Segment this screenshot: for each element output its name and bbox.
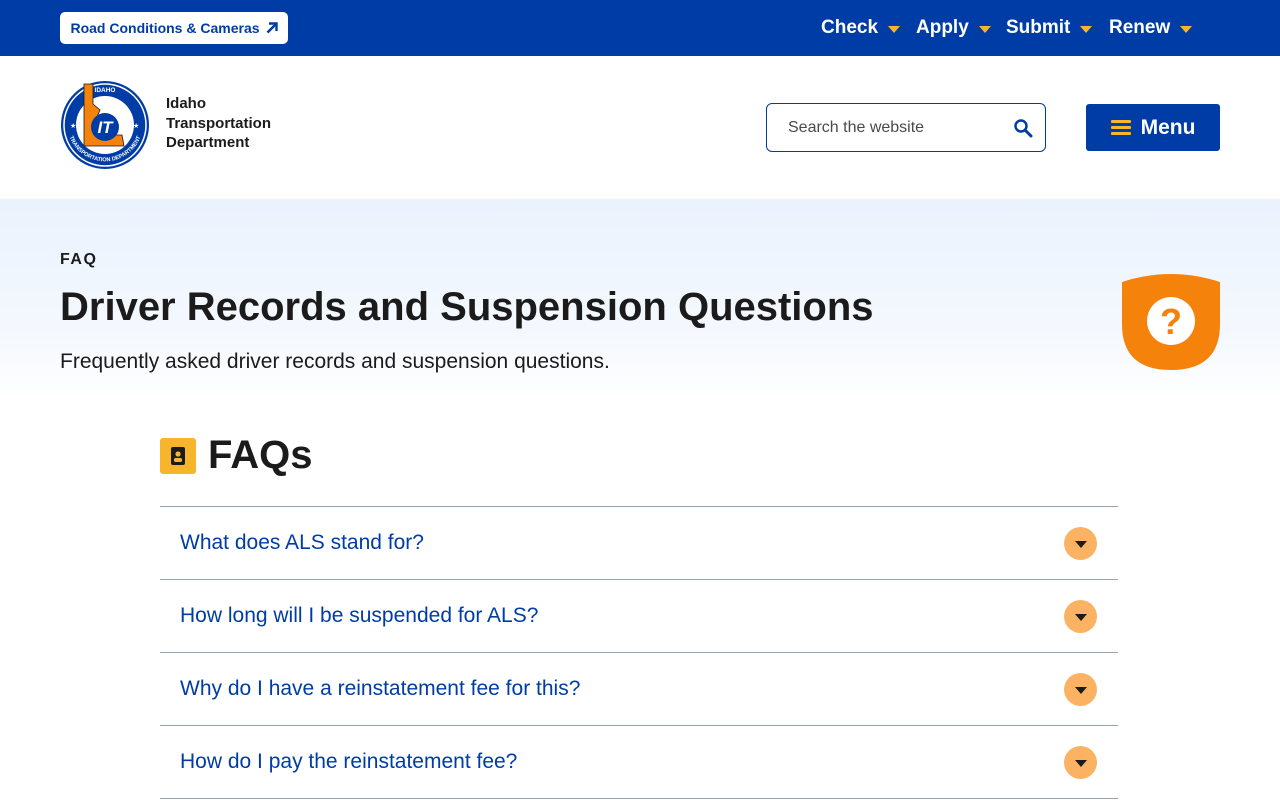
chevron-down-icon[interactable] xyxy=(1064,745,1097,779)
logo-star-left: ★ xyxy=(70,122,76,130)
nav-apply[interactable]: Apply xyxy=(916,0,991,56)
page-title: Driver Records and Suspension Questions xyxy=(60,285,874,329)
logo-star-right: ★ xyxy=(133,122,139,130)
logo-initials: IT xyxy=(97,118,114,137)
menu-label: Menu xyxy=(1140,115,1196,139)
faq-item[interactable]: How long will I be suspended for ALS? xyxy=(160,580,1118,653)
chevron-down-icon[interactable] xyxy=(1064,526,1097,560)
faq-title: FAQs xyxy=(208,433,313,477)
search-input[interactable] xyxy=(768,105,998,150)
page-subtitle: Frequently asked driver records and susp… xyxy=(60,350,610,373)
brand-line-3: Department xyxy=(166,134,250,151)
faq-question: Why do I have a reinstatement fee for th… xyxy=(180,677,581,700)
nav-submit-label: Submit xyxy=(1006,17,1071,38)
brand-line-1: Idaho xyxy=(166,95,206,112)
search-box xyxy=(766,103,1046,152)
svg-text:?: ? xyxy=(1160,301,1182,342)
top-utility-bar: Road Conditions & Cameras Check Apply Su… xyxy=(0,0,1280,56)
faq-item[interactable]: What does ALS stand for? xyxy=(160,507,1118,580)
faq-question: How long will I be suspended for ALS? xyxy=(180,604,539,627)
chevron-down-icon xyxy=(1080,25,1093,33)
nav-submit[interactable]: Submit xyxy=(1006,0,1093,56)
nav-check[interactable]: Check xyxy=(821,0,901,56)
faq-accordion: What does ALS stand for? How long will I… xyxy=(160,506,1118,799)
nav-check-label: Check xyxy=(821,17,879,38)
search-icon[interactable] xyxy=(1013,118,1033,138)
nav-renew[interactable]: Renew xyxy=(1109,0,1193,56)
brand-line-2: Transportation xyxy=(166,114,272,132)
chevron-down-icon xyxy=(978,25,991,33)
faq-question: How do I pay the reinstatement fee? xyxy=(180,750,518,773)
external-link-icon xyxy=(266,22,278,34)
logo-outer-text: IDAHO xyxy=(95,87,116,94)
nav-renew-label: Renew xyxy=(1109,17,1171,38)
faq-heading: FAQs xyxy=(160,433,312,478)
nav-apply-label: Apply xyxy=(916,17,969,38)
faq-item[interactable]: Why do I have a reinstatement fee for th… xyxy=(160,653,1118,726)
chevron-down-icon xyxy=(888,25,901,33)
faq-item[interactable]: How do I pay the reinstatement fee? xyxy=(160,726,1118,799)
question-mark-icon: ? xyxy=(1122,274,1220,370)
eyebrow-label: FAQ xyxy=(60,251,98,268)
chevron-down-icon[interactable] xyxy=(1064,672,1097,706)
brand-name[interactable]: Idaho Transportation Department xyxy=(166,94,271,153)
site-header: IT IDAHO ★ ★ TRANSPORTATION DEPARTMENT I… xyxy=(0,56,1280,199)
road-conditions-button[interactable]: Road Conditions & Cameras xyxy=(60,12,288,44)
contact-card-icon xyxy=(160,437,196,474)
chevron-down-icon[interactable] xyxy=(1064,599,1097,633)
chevron-down-icon xyxy=(1180,25,1193,33)
road-conditions-label: Road Conditions & Cameras xyxy=(70,20,260,36)
faq-question: What does ALS stand for? xyxy=(180,531,424,554)
hamburger-icon xyxy=(1110,120,1131,135)
itd-logo[interactable]: IT IDAHO ★ ★ TRANSPORTATION DEPARTMENT xyxy=(60,80,150,170)
menu-button[interactable]: Menu xyxy=(1086,104,1220,151)
